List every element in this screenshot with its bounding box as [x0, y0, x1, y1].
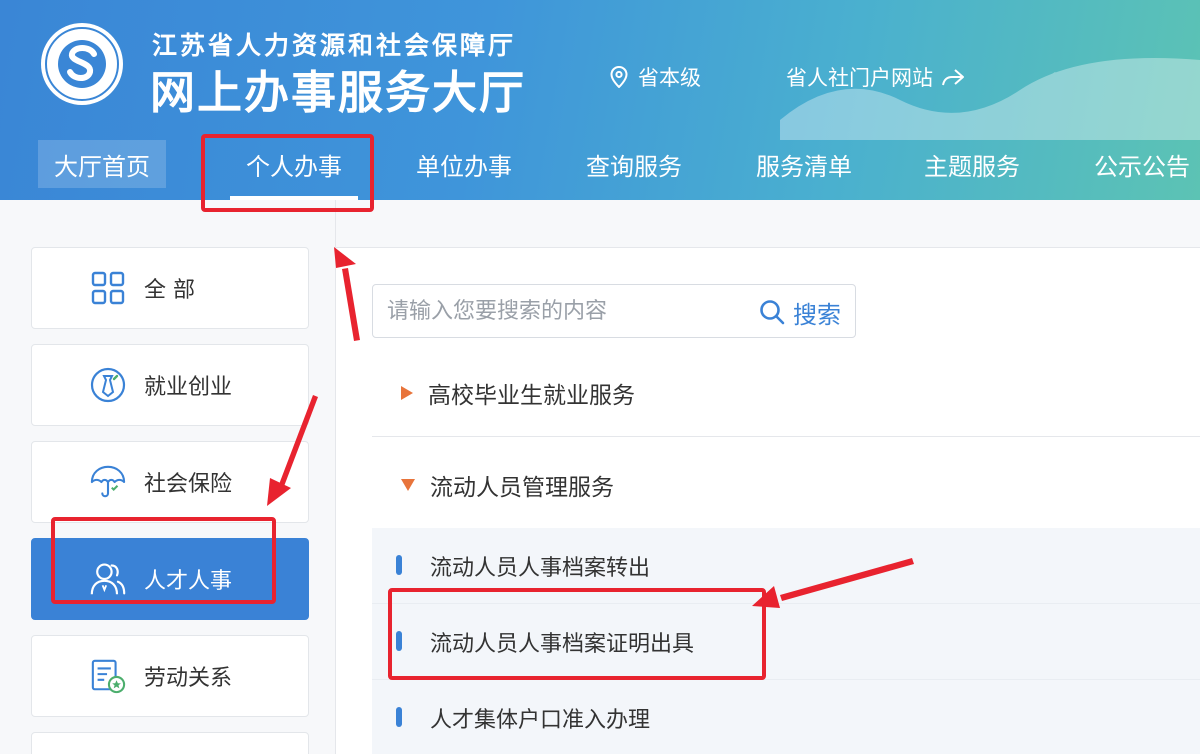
- nav-item-personal[interactable]: 个人办事: [230, 140, 358, 188]
- sidebar-item-social-insurance[interactable]: 社会保险: [31, 441, 309, 523]
- search-icon: [760, 300, 785, 325]
- portal-link[interactable]: 省人社门户网站: [786, 62, 965, 92]
- search-button-label: 搜索: [793, 300, 841, 329]
- search-box: 搜索: [372, 284, 856, 338]
- nav-item-topic[interactable]: 主题服务: [908, 140, 1036, 188]
- search-button[interactable]: 搜索: [759, 295, 841, 329]
- sidebar-item-label: 社会保险: [144, 472, 233, 497]
- site-title: 网上办事服务大厅: [150, 66, 527, 119]
- nav-item-announcement[interactable]: 公示公告: [1078, 140, 1200, 188]
- tie-icon: [90, 367, 126, 403]
- service-panel: 搜索 高校毕业生就业服务 流动人员管理服务 流动人员人事档案转出 流动人员人事档…: [336, 247, 1200, 754]
- grid-icon: [90, 270, 126, 306]
- category-divider: [372, 436, 1200, 437]
- nav-item-query[interactable]: 查询服务: [570, 140, 698, 188]
- document-star-icon: [90, 658, 126, 694]
- hrss-logo: [41, 23, 123, 105]
- nav-item-unit[interactable]: 单位办事: [400, 140, 528, 188]
- nav-item-service-list[interactable]: 服务清单: [740, 140, 868, 188]
- main-nav: 大厅首页 个人办事 单位办事 查询服务 服务清单 主题服务 公示公告: [0, 140, 1200, 200]
- list-bullet: [396, 707, 402, 727]
- sidebar-item-label: 人才人事: [144, 569, 233, 594]
- triangle-down-icon: [401, 479, 415, 491]
- location-pin-icon: [610, 66, 628, 88]
- list-bullet: [396, 555, 402, 575]
- sidebar-item-more[interactable]: [31, 732, 309, 754]
- search-input[interactable]: [387, 295, 747, 327]
- service-item-collective-household[interactable]: 人才集体户口准入办理: [372, 680, 1200, 754]
- portal-link-label: 省人社门户网站: [786, 66, 933, 90]
- sidebar-item-all[interactable]: 全 部: [31, 247, 309, 329]
- site-header: 江苏省人力资源和社会保障厅 网上办事服务大厅 省本级 省人社门户网站 大厅首页 …: [0, 0, 1200, 200]
- service-label: 人才集体户口准入办理: [430, 708, 651, 733]
- sidebar-item-labor-relations[interactable]: 劳动关系: [31, 635, 309, 717]
- list-bullet: [396, 631, 402, 651]
- service-label: 流动人员人事档案转出: [430, 555, 651, 581]
- umbrella-icon: [90, 464, 126, 500]
- users-icon: [90, 561, 126, 597]
- share-arrow-icon: [942, 69, 964, 86]
- location-selector[interactable]: 省本级: [610, 62, 701, 92]
- service-label: 流动人员人事档案证明出具: [430, 631, 695, 657]
- location-label: 省本级: [638, 66, 701, 90]
- sidebar-item-label: 劳动关系: [144, 666, 233, 691]
- category-floating-personnel[interactable]: 流动人员管理服务: [372, 440, 1200, 530]
- service-item-archive-transfer[interactable]: 流动人员人事档案转出: [372, 528, 1200, 604]
- category-sidebar: 全 部 就业创业 社会保险 人才人事 劳动关系: [0, 200, 336, 754]
- sidebar-item-employment[interactable]: 就业创业: [31, 344, 309, 426]
- triangle-right-icon: [401, 386, 413, 400]
- category-label: 高校毕业生就业服务: [428, 383, 635, 409]
- sidebar-item-label: 就业创业: [144, 375, 233, 400]
- category-label: 流动人员管理服务: [430, 475, 614, 501]
- category-graduate-employment[interactable]: 高校毕业生就业服务: [372, 348, 1200, 438]
- sidebar-item-talent[interactable]: 人才人事: [31, 538, 309, 620]
- nav-item-home[interactable]: 大厅首页: [38, 140, 166, 188]
- service-list: 流动人员人事档案转出 流动人员人事档案证明出具 人才集体户口准入办理: [372, 528, 1200, 754]
- service-item-archive-certificate[interactable]: 流动人员人事档案证明出具: [372, 604, 1200, 680]
- sidebar-item-label: 全 部: [144, 278, 195, 303]
